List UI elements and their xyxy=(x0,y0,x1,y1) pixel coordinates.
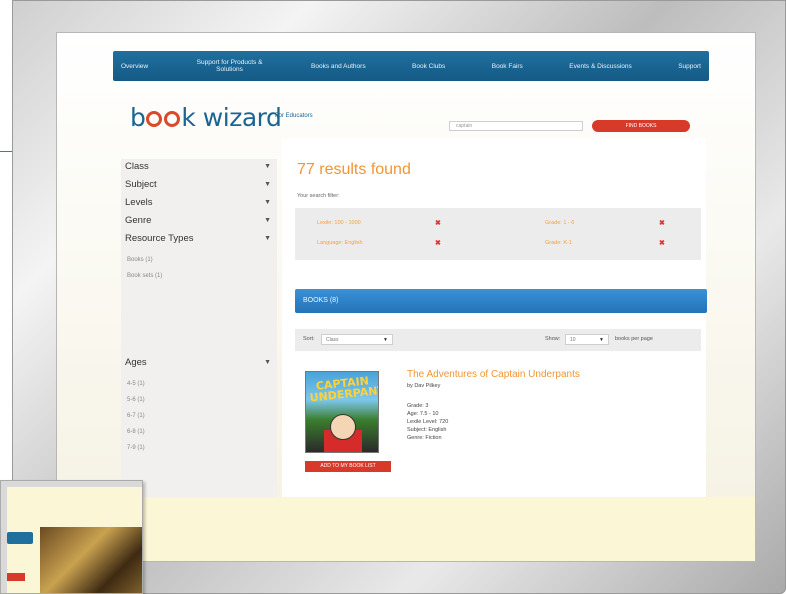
nav-item-book-clubs[interactable]: Book Clubs xyxy=(412,63,445,70)
facet-label: Subject xyxy=(125,179,157,190)
age-option[interactable]: 6-8 (1) xyxy=(127,429,145,435)
nav-item-support-products[interactable]: Support for Products & Solutions xyxy=(195,59,265,73)
filter-chip-lexile: Lexile: 100 - 1000 xyxy=(317,220,361,226)
facet-label: Resource Types xyxy=(125,233,194,244)
sort-label: Sort: xyxy=(303,336,315,342)
secondary-screenshot-thumbnail xyxy=(0,480,143,594)
top-navigation: Overview Support for Products & Solution… xyxy=(113,51,709,81)
cover-title-art: CAPTAIN UNDERPANTS xyxy=(309,374,379,405)
logo-tagline: For Educators xyxy=(275,113,313,119)
age-option[interactable]: 6-7 (1) xyxy=(127,413,145,419)
book-meta-genre: Genre: Fiction xyxy=(407,435,442,441)
logo-text-start: b xyxy=(130,103,146,132)
facet-levels[interactable]: Levels ▼ xyxy=(121,195,277,211)
age-option[interactable]: 4-5 (1) xyxy=(127,381,145,387)
nav-item-overview[interactable]: Overview xyxy=(121,63,148,70)
thumbnail-blue-button xyxy=(7,532,33,544)
active-filters: Lexile: 100 - 1000 ✖ Grade: 1 - 6 ✖ Lang… xyxy=(295,208,701,260)
facet-genre[interactable]: Genre ▼ xyxy=(121,213,277,229)
facet-class[interactable]: Class ▼ xyxy=(121,159,277,175)
facet-option-book-sets[interactable]: Book sets (1) xyxy=(127,273,162,279)
chevron-down-icon: ▼ xyxy=(264,199,271,206)
cream-backdrop xyxy=(57,497,755,561)
facet-label: Ages xyxy=(125,357,147,368)
filter-sidebar: Class ▼ Subject ▼ Levels ▼ Genre ▼ Resource … xyxy=(121,159,277,499)
remove-filter-icon[interactable]: ✖ xyxy=(435,219,441,227)
nav-item-support[interactable]: Support xyxy=(678,63,701,70)
logo-o-ring-icon xyxy=(164,111,181,127)
facet-option-books[interactable]: Books (1) xyxy=(127,257,153,263)
facet-label: Class xyxy=(125,161,149,172)
facet-label: Levels xyxy=(125,197,153,208)
book-title-link[interactable]: The Adventures of Captain Underpants xyxy=(407,369,580,380)
show-label: Show: xyxy=(545,336,561,342)
nav-item-book-fairs[interactable]: Book Fairs xyxy=(492,63,523,70)
thumbnail-screen xyxy=(7,487,142,593)
sort-bar: Sort: Class ▼ Show: 10 ▼ books per page xyxy=(295,329,701,351)
remove-filter-icon[interactable]: ✖ xyxy=(659,219,665,227)
your-search-label: Your search filter: xyxy=(297,193,340,199)
add-to-book-list-button[interactable]: ADD TO MY BOOK LIST xyxy=(305,461,391,472)
books-section-header[interactable]: BOOKS (8) xyxy=(295,289,707,313)
per-page-label: books per page xyxy=(615,336,653,342)
sort-value: Class xyxy=(326,337,339,343)
dropdown-arrow-icon: ▼ xyxy=(599,337,604,343)
chevron-down-icon: ▼ xyxy=(264,217,271,224)
photo-frame-stage: Overview Support for Products & Solution… xyxy=(0,0,786,594)
filter-chip-grade: Grade: 1 - 6 xyxy=(545,220,575,226)
filter-chip-language: Language: English xyxy=(317,240,363,246)
chevron-down-icon: ▼ xyxy=(264,359,271,366)
thumbnail-red-button xyxy=(7,573,25,581)
show-value: 10 xyxy=(570,337,576,343)
thumbnail-photo xyxy=(40,527,142,593)
age-option[interactable]: 7-9 (1) xyxy=(127,445,145,451)
chevron-down-icon: ▼ xyxy=(264,181,271,188)
book-meta-lexile: Lexile Level: 720 xyxy=(407,419,449,425)
book-meta-grade: Grade: 3 xyxy=(407,403,429,409)
facet-label: Genre xyxy=(125,215,152,226)
logo-text-end: k wizard xyxy=(181,103,282,132)
logo-o-ring-icon xyxy=(146,111,163,127)
nav-item-events[interactable]: Events & Discussions xyxy=(569,63,632,70)
remove-filter-icon[interactable]: ✖ xyxy=(435,239,441,247)
book-meta-subject: Subject: English xyxy=(407,427,447,433)
dropdown-arrow-icon: ▼ xyxy=(383,337,388,343)
filter-chip-grade-k1: Grade: K-1 xyxy=(545,240,572,246)
results-heading: 77 results found xyxy=(297,161,411,178)
nav-item-books-authors[interactable]: Books and Authors xyxy=(311,63,366,70)
age-option[interactable]: 5-6 (1) xyxy=(127,397,145,403)
cover-face-shape xyxy=(330,414,356,440)
search-input[interactable]: captain xyxy=(449,121,583,131)
facet-resource-types[interactable]: Resource Types ▼ xyxy=(121,231,277,247)
book-author: by Dav Pilkey xyxy=(407,383,441,389)
book-cover-image[interactable]: CAPTAIN UNDERPANTS xyxy=(305,371,379,453)
facet-subject[interactable]: Subject ▼ xyxy=(121,177,277,193)
find-books-button[interactable]: FIND BOOKS xyxy=(592,120,690,132)
screen: Overview Support for Products & Solution… xyxy=(56,32,756,562)
chevron-down-icon: ▼ xyxy=(264,163,271,170)
sort-select[interactable]: Class ▼ xyxy=(321,334,393,345)
chevron-down-icon: ▼ xyxy=(264,235,271,242)
book-meta-age: Age: 7.5 - 10 xyxy=(407,411,439,417)
remove-filter-icon[interactable]: ✖ xyxy=(659,239,665,247)
show-select[interactable]: 10 ▼ xyxy=(565,334,609,345)
facet-ages[interactable]: Ages ▼ xyxy=(121,355,277,371)
site-logo[interactable]: b k wizard xyxy=(130,103,282,132)
